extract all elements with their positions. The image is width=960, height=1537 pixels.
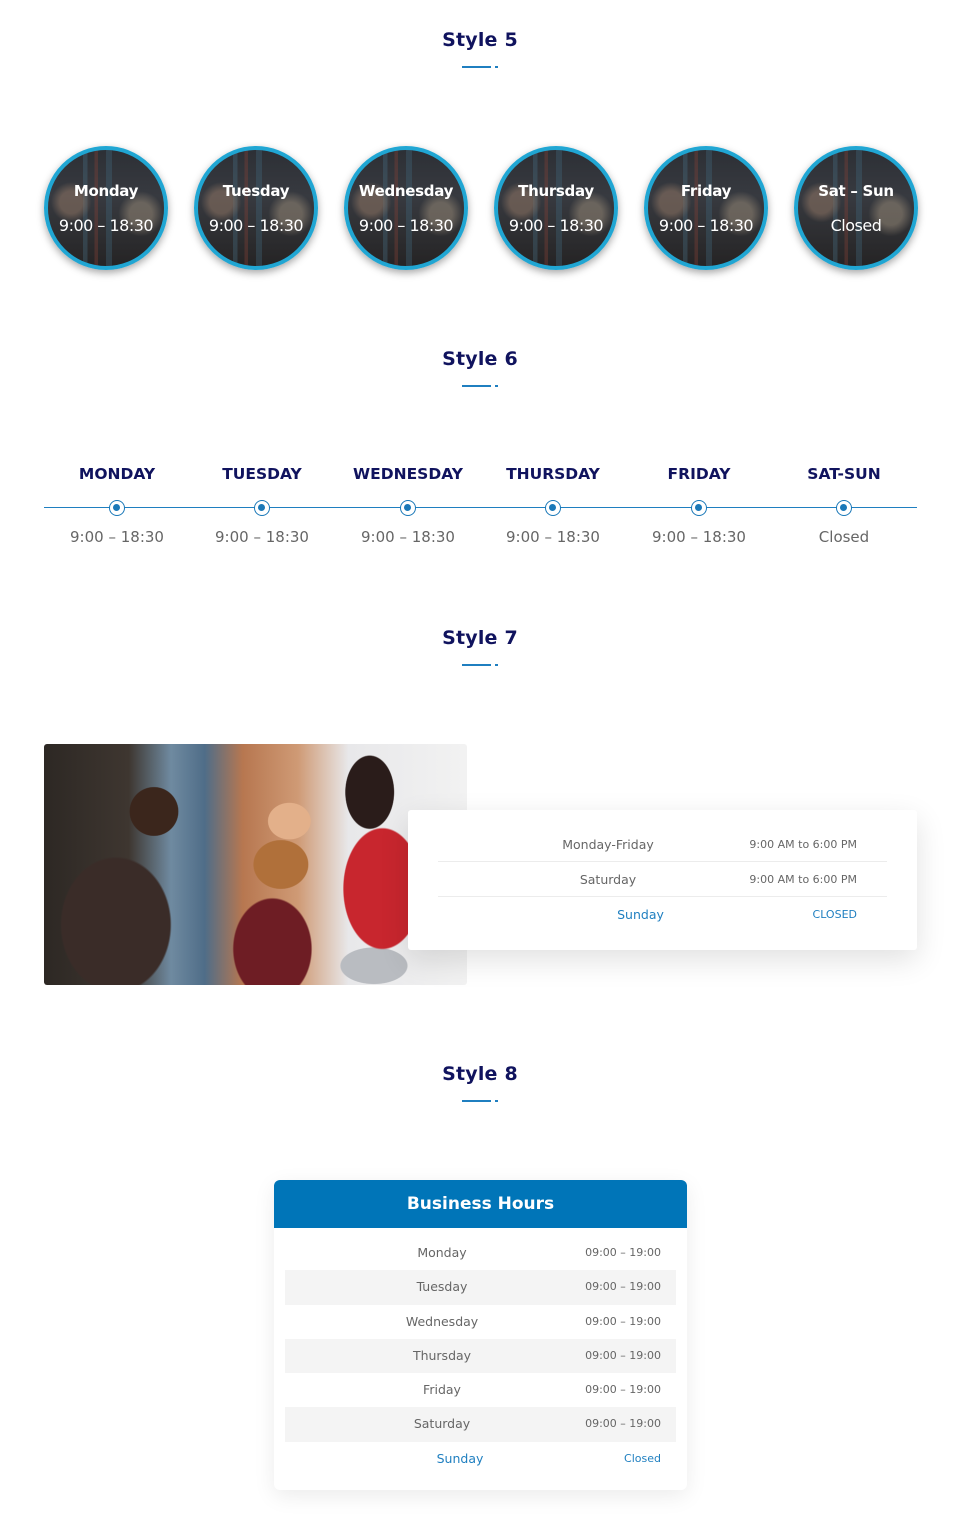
hours-circle-thursday: Thursday 9:00 – 18:30 bbox=[494, 146, 618, 270]
timeline-day: TUESDAY bbox=[222, 465, 302, 483]
timeline-dot-icon bbox=[109, 500, 125, 516]
timeline-hours: 9:00 – 18:30 bbox=[215, 528, 309, 546]
hours-row: Wednesday 09:00 – 19:00 bbox=[285, 1305, 676, 1339]
circle-day: Tuesday bbox=[222, 182, 290, 200]
hours-circle-monday: Monday 9:00 – 18:30 bbox=[44, 146, 168, 270]
hours-circle-wednesday: Wednesday 9:00 – 18:30 bbox=[344, 146, 468, 270]
title-divider bbox=[462, 385, 498, 387]
hours-day: Saturday bbox=[579, 872, 637, 887]
circle-day: Friday bbox=[680, 182, 732, 200]
timeline-dot-icon bbox=[691, 500, 707, 516]
circle-day: Thursday bbox=[518, 182, 594, 200]
hours-row-highlighted: Sunday CLOSED bbox=[438, 897, 887, 932]
timeline-item-monday: MONDAY 9:00 – 18:30 bbox=[44, 462, 190, 546]
timeline-item-tuesday: TUESDAY 9:00 – 18:30 bbox=[189, 462, 335, 546]
circle-hours: Closed bbox=[830, 216, 882, 235]
timeline-day: SAT-SUN bbox=[807, 465, 881, 483]
timeline-item-friday: FRIDAY 9:00 – 18:30 bbox=[626, 462, 772, 546]
timeline-day: FRIDAY bbox=[667, 465, 731, 483]
circle-day: Monday bbox=[73, 182, 139, 200]
hours-day: Sunday bbox=[436, 1450, 484, 1466]
timeline-dot-icon bbox=[254, 500, 270, 516]
circle-day: Sat – Sun bbox=[818, 182, 894, 200]
style6-title: Style 6 bbox=[442, 348, 518, 370]
hours-day: Monday-Friday bbox=[562, 837, 654, 852]
timeline-hours: 9:00 – 18:30 bbox=[652, 528, 746, 546]
timeline-hours: 9:00 – 18:30 bbox=[506, 528, 600, 546]
hours-value: 09:00 – 19:00 bbox=[585, 1383, 661, 1397]
hours-circle-tuesday: Tuesday 9:00 – 18:30 bbox=[194, 146, 318, 270]
business-hours-list: Monday 09:00 – 19:00 Tuesday 09:00 – 19:… bbox=[285, 1236, 676, 1476]
timeline-item-wednesday: WEDNESDAY 9:00 – 18:30 bbox=[335, 462, 481, 546]
hours-row: Saturday 9:00 AM to 6:00 PM bbox=[438, 862, 887, 897]
timeline-item-weekend: SAT-SUN Closed bbox=[771, 462, 917, 546]
title-divider bbox=[462, 66, 498, 68]
circle-hours: 9:00 – 18:30 bbox=[208, 216, 304, 235]
hours-value: 09:00 – 19:00 bbox=[585, 1348, 661, 1362]
circle-hours: 9:00 – 18:30 bbox=[58, 216, 154, 235]
business-hours-heading: Business Hours bbox=[274, 1180, 687, 1228]
circle-day: Wednesday bbox=[358, 182, 454, 200]
timeline-day: WEDNESDAY bbox=[353, 465, 463, 483]
hours-row: Friday 09:00 – 19:00 bbox=[285, 1373, 676, 1407]
hours-day: Sunday bbox=[617, 907, 664, 922]
hours-row: Monday 09:00 – 19:00 bbox=[285, 1236, 676, 1270]
title-divider bbox=[462, 664, 498, 666]
hours-value: Closed bbox=[624, 1451, 661, 1465]
hours-row: Monday-Friday 9:00 AM to 6:00 PM bbox=[438, 827, 887, 862]
timeline-dot-icon bbox=[400, 500, 416, 516]
timeline-hours: Closed bbox=[818, 528, 870, 546]
timeline-hours: 9:00 – 18:30 bbox=[361, 528, 455, 546]
hours-day: Saturday bbox=[413, 1416, 471, 1432]
business-hours-card: Business Hours Monday 09:00 – 19:00 Tues… bbox=[274, 1180, 687, 1490]
style5-title: Style 5 bbox=[442, 29, 518, 51]
title-divider bbox=[462, 1100, 498, 1102]
circle-hours: 9:00 – 18:30 bbox=[658, 216, 754, 235]
circle-hours: 9:00 – 18:30 bbox=[508, 216, 604, 235]
hours-day: Wednesday bbox=[405, 1313, 479, 1329]
timeline-dot-icon bbox=[545, 500, 561, 516]
style7-title: Style 7 bbox=[442, 627, 518, 649]
hours-value: 09:00 – 19:00 bbox=[585, 1314, 661, 1328]
hours-value: CLOSED bbox=[812, 908, 857, 921]
hours-day: Friday bbox=[423, 1382, 461, 1398]
hours-row: Saturday 09:00 – 19:00 bbox=[285, 1407, 676, 1442]
circle-hours: 9:00 – 18:30 bbox=[358, 216, 454, 235]
hours-value: 9:00 AM to 6:00 PM bbox=[749, 873, 857, 886]
hours-row-highlighted: Sunday Closed bbox=[285, 1442, 676, 1476]
timeline-day: THURSDAY bbox=[506, 465, 600, 483]
timeline-item-thursday: THURSDAY 9:00 – 18:30 bbox=[480, 462, 626, 546]
hours-card: Monday-Friday 9:00 AM to 6:00 PM Saturda… bbox=[408, 810, 917, 950]
hours-day: Tuesday bbox=[416, 1279, 468, 1295]
hours-value: 09:00 – 19:00 bbox=[585, 1246, 661, 1259]
hours-value: 09:00 – 19:00 bbox=[585, 1417, 661, 1431]
team-photo bbox=[44, 744, 467, 985]
hours-circle-weekend: Sat – Sun Closed bbox=[794, 146, 918, 270]
style8-title: Style 8 bbox=[442, 1063, 518, 1085]
hours-row: Thursday 09:00 – 19:00 bbox=[285, 1338, 676, 1374]
hours-day: Monday bbox=[417, 1245, 467, 1260]
hours-value: 09:00 – 19:00 bbox=[585, 1280, 661, 1294]
hours-value: 9:00 AM to 6:00 PM bbox=[749, 838, 857, 851]
hours-row: Tuesday 09:00 – 19:00 bbox=[285, 1270, 676, 1305]
timeline-day: MONDAY bbox=[78, 465, 156, 483]
hours-circle-friday: Friday 9:00 – 18:30 bbox=[644, 146, 768, 270]
timeline-hours: 9:00 – 18:30 bbox=[70, 528, 164, 546]
hours-day: Thursday bbox=[412, 1347, 472, 1363]
timeline-dot-icon bbox=[836, 500, 852, 516]
